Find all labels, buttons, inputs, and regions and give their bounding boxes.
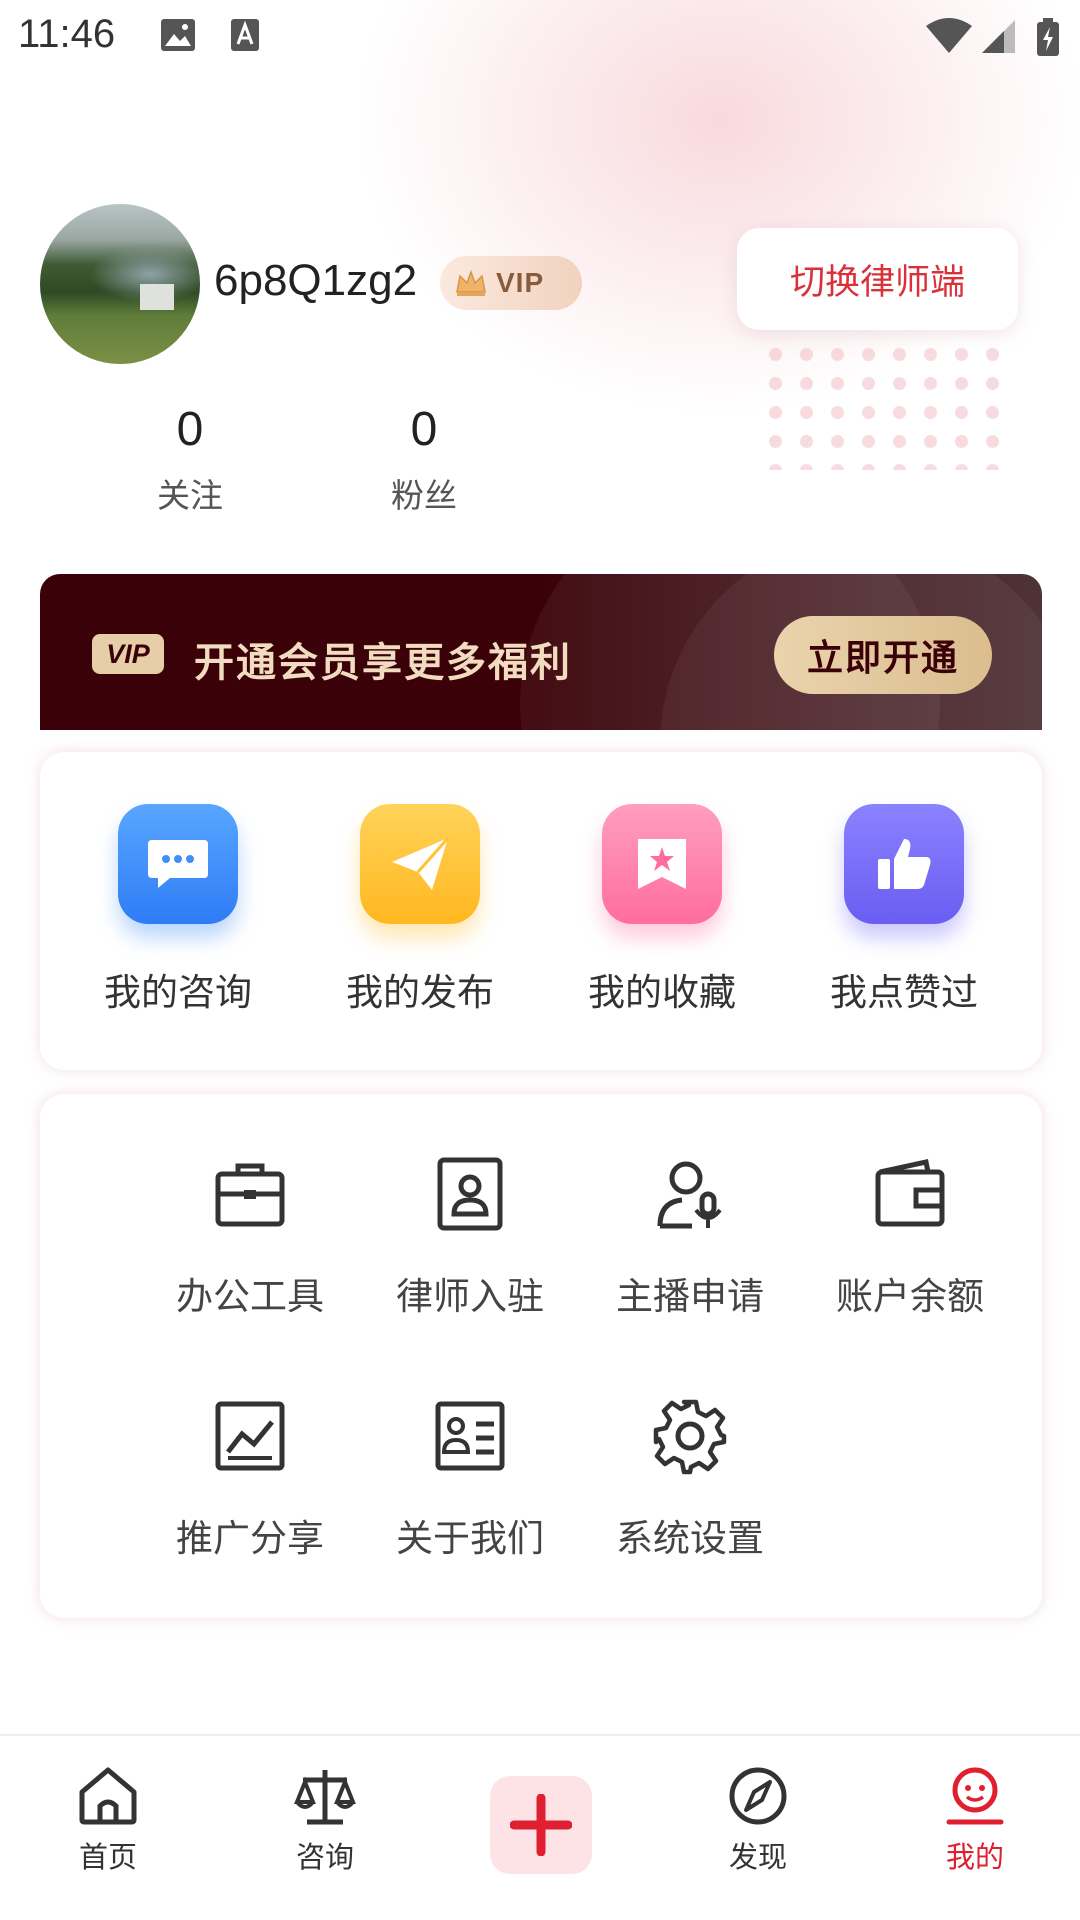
compass-icon	[729, 1767, 787, 1825]
tool-label: 推广分享	[176, 1517, 324, 1560]
quick-actions-card: 我的咨询 我的发布 我的收藏 我点赞过	[40, 752, 1042, 1070]
nav-home[interactable]: 首页	[38, 1766, 178, 1876]
stat-fans[interactable]: 0 粉丝	[354, 402, 494, 517]
id-badge-icon	[437, 1157, 503, 1231]
status-bar: 11:46	[0, 0, 1080, 72]
tool-system-settings[interactable]: 系统设置	[580, 1396, 800, 1562]
tools-card: 办公工具 律师入驻 主播申请 账户余额 推广分享 关于我们 系统设置	[40, 1094, 1042, 1618]
keyboard-notification-icon	[231, 19, 259, 51]
battery-icon	[1037, 18, 1059, 56]
vip-mark: VIP	[92, 634, 164, 674]
quick-item-label: 我的收藏	[588, 971, 736, 1014]
status-time: 11:46	[18, 12, 116, 56]
crown-icon	[456, 269, 486, 296]
fans-label: 粉丝	[391, 476, 457, 515]
tool-promote-share[interactable]: 推广分享	[140, 1396, 360, 1562]
bookmark-star-icon	[602, 804, 722, 924]
paper-plane-icon	[360, 804, 480, 924]
quick-item-label: 我点赞过	[830, 971, 978, 1014]
id-card-icon	[435, 1401, 505, 1471]
username: 6p8Q1zg2	[214, 256, 418, 305]
vip-banner-text: 开通会员享更多福利	[194, 640, 572, 686]
gear-icon	[653, 1399, 727, 1475]
quick-item-label: 我的咨询	[104, 971, 252, 1014]
tool-office[interactable]: 办公工具	[140, 1154, 360, 1320]
tool-label: 律师入驻	[396, 1275, 544, 1318]
quick-item-my-consult[interactable]: 我的咨询	[58, 804, 298, 1016]
avatar[interactable]	[40, 204, 200, 364]
quick-item-my-likes[interactable]: 我点赞过	[784, 804, 1024, 1016]
image-notification-icon	[161, 19, 195, 51]
chat-bubble-icon	[118, 804, 238, 924]
tool-label: 关于我们	[396, 1517, 544, 1560]
open-vip-button[interactable]: 立即开通	[774, 616, 992, 694]
bottom-nav: 首页 咨询 发现 我的	[0, 1734, 1080, 1920]
wallet-icon	[875, 1159, 945, 1227]
nav-label: 咨询	[295, 1840, 354, 1874]
nav-mine[interactable]: 我的	[905, 1766, 1045, 1876]
nav-consult[interactable]: 咨询	[255, 1766, 395, 1876]
tool-anchor-apply[interactable]: 主播申请	[580, 1154, 800, 1320]
quick-item-my-posts[interactable]: 我的发布	[300, 804, 540, 1016]
tool-label: 系统设置	[616, 1517, 764, 1560]
profile-icon	[946, 1767, 1004, 1825]
stat-following[interactable]: 0 关注	[120, 402, 260, 517]
tool-label: 主播申请	[616, 1275, 764, 1318]
nav-label: 首页	[78, 1840, 137, 1874]
quick-item-my-favorites[interactable]: 我的收藏	[542, 804, 782, 1016]
home-icon	[79, 1767, 137, 1825]
wifi-icon	[926, 18, 972, 53]
tool-label: 办公工具	[176, 1275, 324, 1318]
publish-button[interactable]	[490, 1776, 592, 1874]
vip-badge: VIP	[440, 256, 582, 310]
tool-about-us[interactable]: 关于我们	[360, 1396, 580, 1562]
signal-icon	[982, 20, 1015, 53]
plus-icon	[510, 1794, 572, 1856]
tool-label: 账户余额	[836, 1275, 984, 1318]
following-count: 0	[176, 403, 204, 456]
fans-count: 0	[410, 403, 438, 456]
vip-badge-label: VIP	[496, 267, 545, 298]
quick-item-label: 我的发布	[346, 971, 494, 1014]
following-label: 关注	[157, 476, 223, 515]
tool-account-balance[interactable]: 账户余额	[800, 1154, 1020, 1320]
tool-lawyer-join[interactable]: 律师入驻	[360, 1154, 580, 1320]
thumbs-up-icon	[844, 804, 964, 924]
vip-banner[interactable]: VIP 开通会员享更多福利 立即开通	[40, 574, 1042, 730]
nav-discover[interactable]: 发现	[688, 1766, 828, 1876]
nav-label: 我的	[945, 1840, 1004, 1874]
user-mic-icon	[657, 1161, 722, 1229]
briefcase-icon	[215, 1163, 285, 1227]
decorative-dots	[760, 340, 1010, 470]
nav-label: 发现	[728, 1840, 787, 1874]
chart-line-icon	[215, 1401, 285, 1471]
scale-icon	[294, 1770, 356, 1825]
switch-lawyer-button[interactable]: 切换律师端	[737, 228, 1018, 330]
